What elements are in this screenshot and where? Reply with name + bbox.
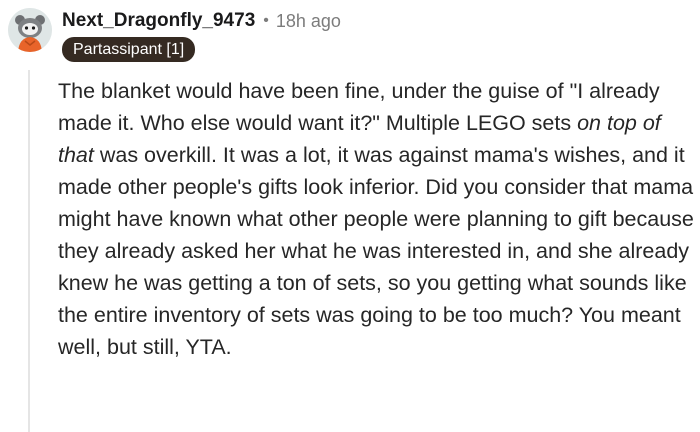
meta-separator: • bbox=[263, 12, 269, 29]
thread-collapse-line[interactable] bbox=[28, 70, 30, 432]
comment-body: The blanket would have been fine, under … bbox=[58, 75, 698, 363]
comment: Next_Dragonfly_9473 • 18h ago Partassipa… bbox=[0, 0, 700, 432]
comment-text-part2: was overkill. It was a lot, it was again… bbox=[58, 143, 694, 359]
comment-paragraph: The blanket would have been fine, under … bbox=[58, 75, 698, 363]
user-flair-badge: Partassipant [1] bbox=[62, 37, 196, 62]
snoo-avatar-icon bbox=[8, 8, 52, 52]
user-avatar[interactable] bbox=[8, 8, 52, 52]
comment-text-part1: The blanket would have been fine, under … bbox=[58, 79, 660, 135]
comment-meta: Next_Dragonfly_9473 • 18h ago bbox=[62, 9, 341, 33]
username-link[interactable]: Next_Dragonfly_9473 bbox=[62, 10, 255, 32]
comment-timestamp: 18h ago bbox=[275, 10, 341, 31]
